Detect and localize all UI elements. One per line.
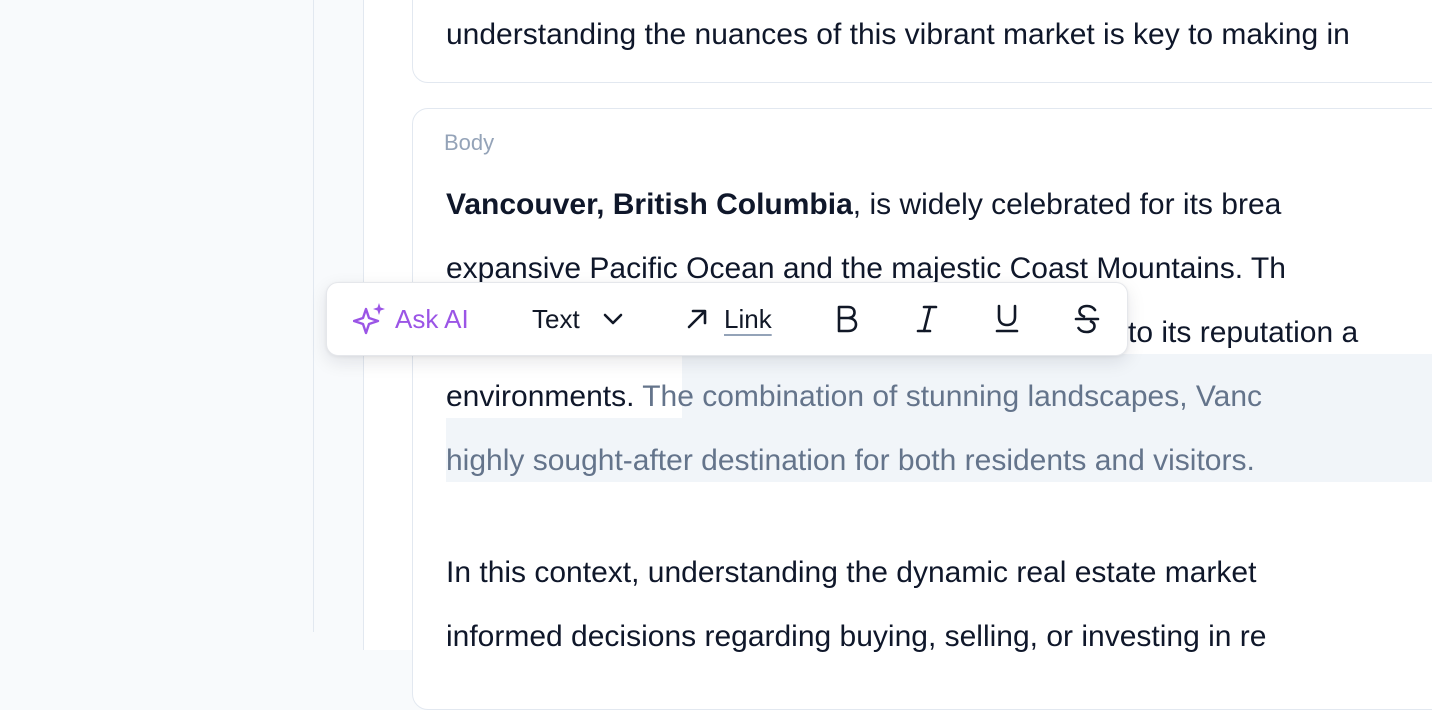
strikethrough-icon bbox=[1074, 304, 1100, 334]
text-style-dropdown[interactable]: Text bbox=[532, 283, 624, 355]
body-field-label: Body bbox=[444, 130, 495, 155]
italic-icon bbox=[916, 305, 938, 333]
body-text: environments. bbox=[446, 380, 643, 413]
bold-button[interactable] bbox=[827, 283, 867, 355]
italic-button[interactable] bbox=[907, 283, 947, 355]
sparkle-icon bbox=[353, 303, 385, 335]
underline-icon bbox=[995, 304, 1019, 333]
ask-ai-label: Ask AI bbox=[395, 303, 469, 334]
link-button[interactable]: Link bbox=[684, 283, 772, 355]
body-line-1[interactable]: Vancouver, British Columbia, is widely c… bbox=[446, 188, 1281, 222]
body-text: , is widely celebrated for its brea bbox=[852, 188, 1282, 221]
body-line-5-selected[interactable]: highly sought-after destination for both… bbox=[446, 444, 1255, 478]
bold-text: Vancouver, British Columbia bbox=[446, 188, 853, 221]
body-line-3-tail[interactable]: es to its reputation a bbox=[1088, 316, 1358, 350]
bold-icon bbox=[837, 305, 858, 333]
body-line-2[interactable]: expansive Pacific Ocean and the majestic… bbox=[446, 252, 1286, 286]
link-label: Link bbox=[724, 303, 772, 334]
body-line-6[interactable]: In this context, understanding the dynam… bbox=[446, 556, 1256, 590]
underline-button[interactable] bbox=[987, 283, 1027, 355]
body-line-4[interactable]: environments. The combination of stunnin… bbox=[446, 380, 1262, 414]
body-line-7[interactable]: informed decisions regarding buying, sel… bbox=[446, 620, 1266, 654]
strikethrough-button[interactable] bbox=[1067, 283, 1107, 355]
ask-ai-button[interactable]: Ask AI bbox=[353, 283, 469, 355]
left-pane bbox=[0, 0, 314, 632]
intro-text-line: understanding the nuances of this vibran… bbox=[446, 18, 1350, 51]
text-style-label: Text bbox=[532, 303, 580, 334]
selected-text: The combination of stunning landscapes, … bbox=[642, 380, 1263, 413]
arrow-up-right-icon bbox=[687, 309, 707, 329]
chevron-down-icon bbox=[603, 313, 622, 325]
floating-format-toolbar: Ask AI Text Link bbox=[326, 282, 1128, 356]
